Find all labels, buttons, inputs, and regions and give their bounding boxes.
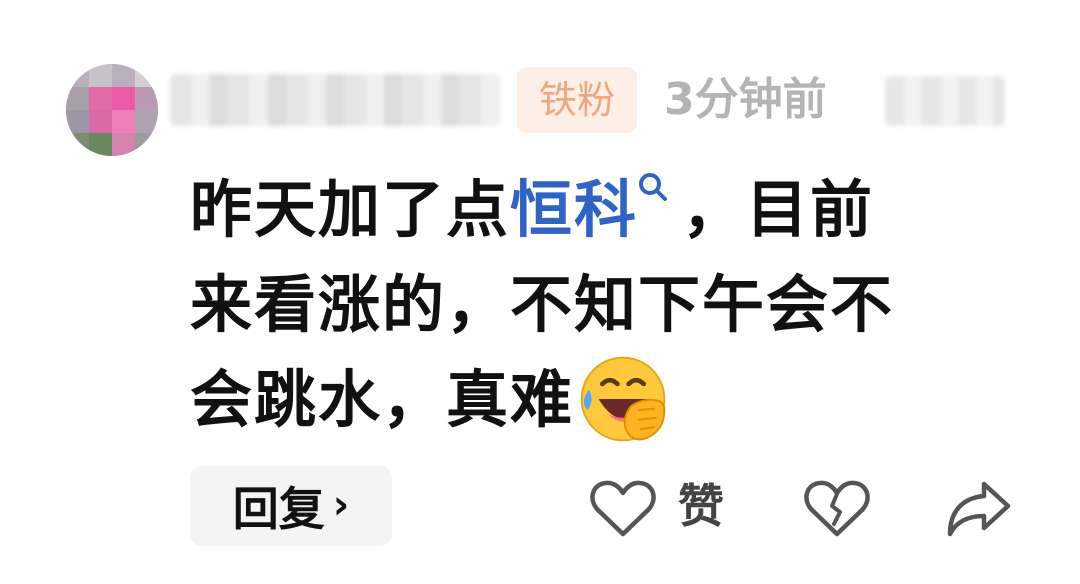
comment-card: 铁粉 3分钟前 昨天加了点恒科 ，目前 来看涨的，不知下午会不 会跳水，真难 回复…: [0, 0, 1080, 584]
comment-line-3: 会跳水，真难: [190, 352, 1000, 447]
avatar-pixel: [135, 87, 158, 110]
broken-heart-icon[interactable]: [804, 478, 870, 538]
avatar[interactable]: [66, 64, 158, 156]
search-icon: [639, 173, 668, 201]
avatar-pixel: [66, 64, 89, 87]
avatar-pixel: [89, 64, 112, 87]
reply-button[interactable]: 回复 ›: [190, 466, 392, 546]
avatar-pixel: [135, 133, 158, 156]
stock-name: 恒科: [510, 173, 639, 246]
share-arrow-icon[interactable]: [944, 476, 1014, 540]
comment-line-1: 昨天加了点恒科 ，目前: [190, 162, 1000, 257]
comment-text-segment: ，目前: [682, 173, 875, 246]
avatar-pixel: [66, 133, 89, 156]
comment-line-2: 来看涨的，不知下午会不: [190, 268, 895, 341]
avatar-pixel: [112, 87, 135, 110]
stock-link[interactable]: 恒科: [510, 173, 682, 246]
avatar-pixel: [66, 87, 89, 110]
comment-text-segment: 会跳水，真难: [190, 363, 575, 436]
avatar-pixel: [89, 133, 112, 156]
comment-text-segment: 昨天加了点: [190, 173, 511, 246]
chevron-right-icon: ›: [332, 482, 350, 528]
heart-outline-icon[interactable]: [590, 478, 656, 538]
avatar-pixel: [112, 133, 135, 156]
avatar-pixel: [89, 87, 112, 110]
reply-label: 回复: [232, 482, 325, 536]
avatar-pixel: [135, 110, 158, 133]
username-blurred[interactable]: [170, 74, 500, 126]
like-label[interactable]: 赞: [678, 476, 724, 536]
avatar-pixel: [112, 64, 135, 87]
laughing-crying-emoji-icon: [580, 356, 666, 442]
timestamp: 3分钟前: [664, 74, 827, 125]
avatar-pixel: [135, 64, 158, 87]
location-blurred: [885, 76, 1005, 126]
fan-badge: 铁粉: [517, 67, 637, 133]
avatar-pixel: [112, 110, 135, 133]
avatar-pixel: [66, 110, 89, 133]
comment-text: 昨天加了点恒科 ，目前 来看涨的，不知下午会不 会跳水，真难: [190, 162, 1000, 447]
avatar-pixel: [89, 110, 112, 133]
